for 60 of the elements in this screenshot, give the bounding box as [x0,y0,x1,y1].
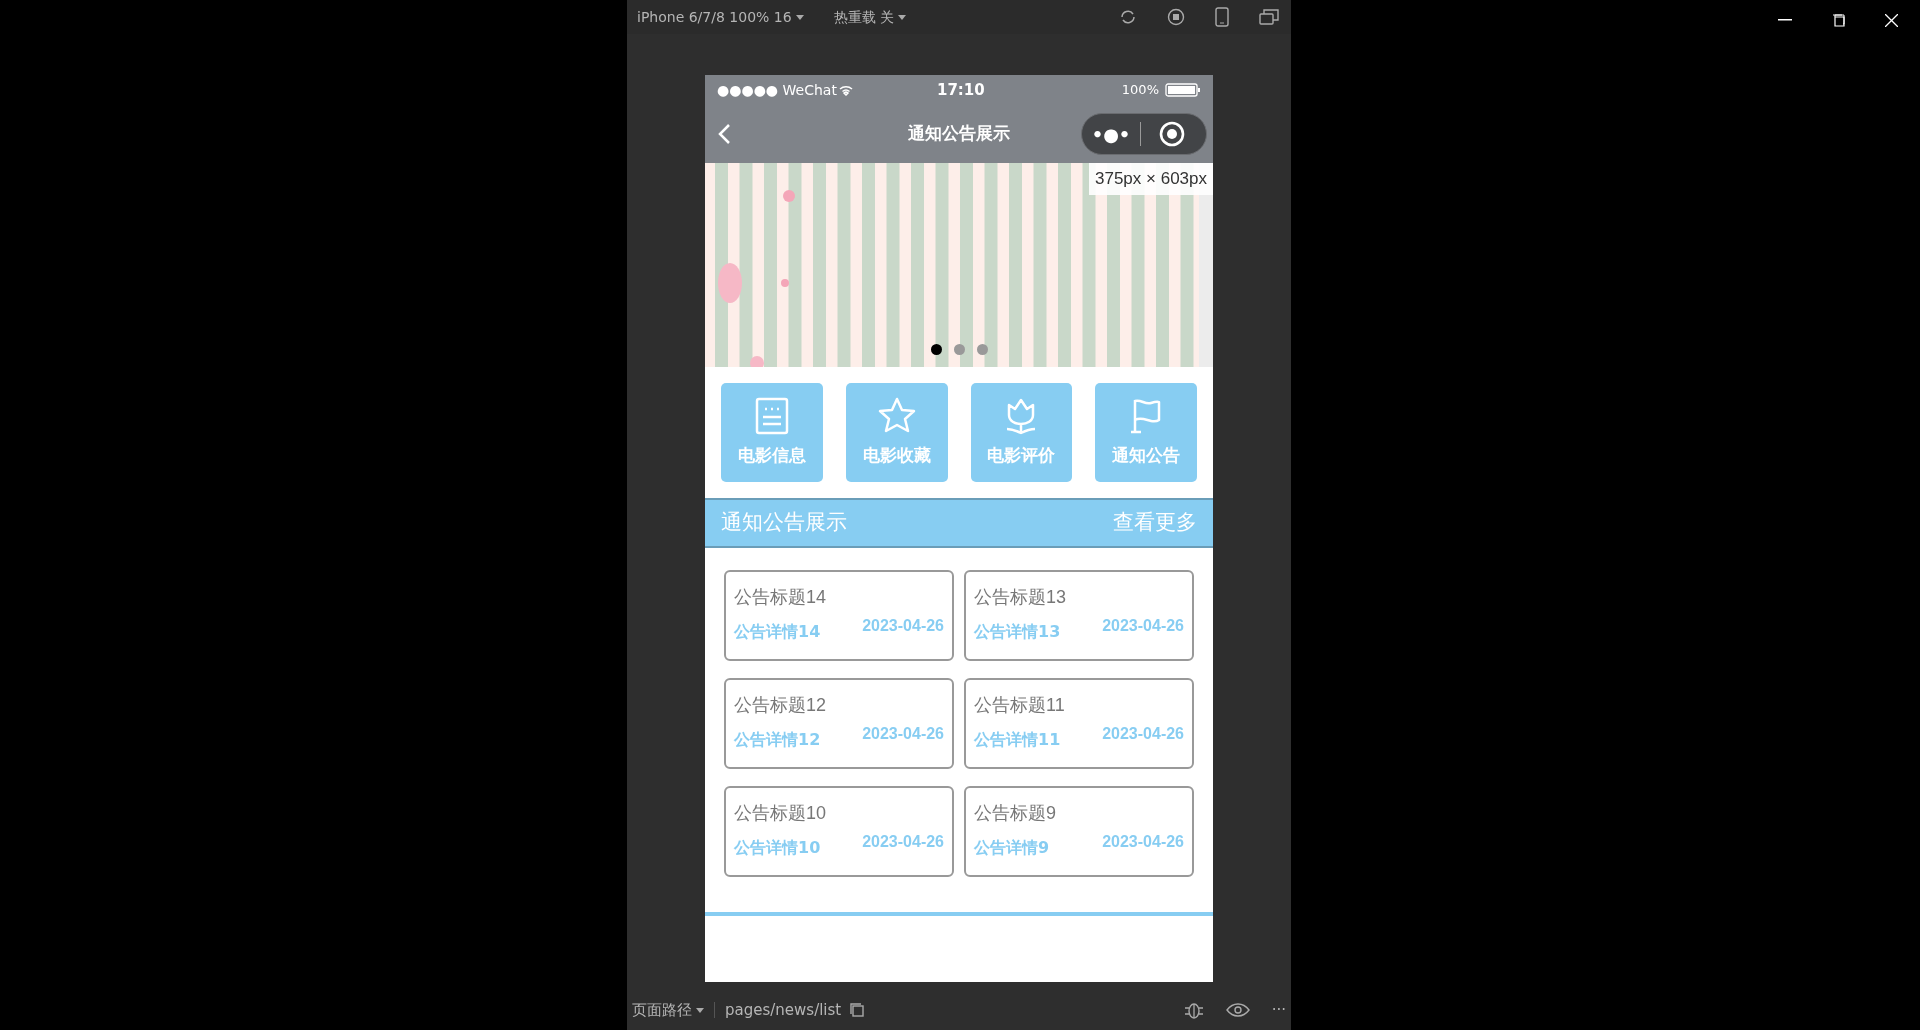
notice-card[interactable]: 公告标题11 公告详情11 2023-04-26 [964,678,1194,769]
notice-date: 2023-04-26 [862,832,944,852]
notice-title: 公告标题12 [734,694,828,716]
hot-reload-dropdown[interactable]: 热重载 关 [833,6,907,28]
page-path-text: pages/news/list [725,999,842,1021]
close-icon[interactable] [1885,13,1898,27]
capsule-menu[interactable]: •●• [1081,113,1207,155]
menu-label: 电影收藏 [862,443,931,467]
notice-card[interactable]: 公告标题13 公告详情13 2023-04-26 [964,570,1194,661]
notice-title: 公告标题14 [734,586,828,608]
back-icon[interactable] [717,123,731,145]
notice-title: 公告标题13 [974,586,1068,608]
windows-icon[interactable] [1259,8,1279,26]
caret-icon [795,14,804,20]
caret-icon [696,1007,704,1013]
minimize-icon[interactable] [1778,19,1792,21]
notice-card[interactable]: 公告标题10 公告详情10 2023-04-26 [724,786,954,877]
notice-date: 2023-04-26 [862,724,944,744]
notice-title: 公告标题9 [974,802,1057,824]
notice-date: 2023-04-26 [1102,724,1184,744]
eye-icon[interactable] [1225,1003,1250,1017]
size-tooltip: 375px × 603px [1089,163,1213,195]
notice-title: 公告标题11 [974,694,1066,716]
star-icon [876,396,917,435]
caret-icon [898,14,907,20]
notice-detail: 公告详情12 [734,729,821,751]
notice-title: 公告标题10 [734,802,828,824]
page-path-dropdown[interactable]: 页面路径 [632,998,704,1022]
copy-icon[interactable] [849,1002,866,1018]
document-icon [753,396,790,435]
notice-date: 2023-04-26 [1102,832,1184,852]
battery-icon [1165,83,1201,97]
menu-label: 通知公告 [1112,443,1181,467]
section-title: 通知公告展示 [721,509,847,537]
bug-icon[interactable] [1183,1000,1204,1020]
notice-date: 2023-04-26 [1102,616,1184,636]
notice-card[interactable]: 公告标题14 公告详情14 2023-04-26 [724,570,954,661]
device-dropdown[interactable]: iPhone 6/7/8 100% 16 [637,6,804,28]
wifi-icon [838,84,853,96]
battery-percent: 100% [1121,81,1159,100]
notice-detail: 公告详情13 [974,621,1061,643]
more-dots[interactable]: •●• [1082,120,1140,148]
notice-detail: 公告详情11 [974,729,1061,751]
notice-detail: 公告详情14 [734,621,821,643]
phone-icon[interactable] [1215,7,1229,27]
close-capsule-icon[interactable] [1159,121,1185,147]
nav-title: 通知公告展示 [908,122,1010,146]
menu-label: 电影评价 [987,443,1056,467]
refresh-icon[interactable] [1119,8,1137,26]
restore-icon[interactable] [1832,13,1845,27]
notice-card[interactable]: 公告标题9 公告详情9 2023-04-26 [964,786,1194,877]
notice-date: 2023-04-26 [862,616,944,636]
notice-detail: 公告详情9 [974,837,1050,859]
notice-detail: 公告详情10 [734,837,821,859]
more-button[interactable]: ··· [1271,998,1286,1022]
carrier-label: ●●●●● WeChat [717,80,837,100]
record-icon[interactable] [1167,8,1185,26]
menu-label: 电影信息 [737,443,806,467]
clock-text: 17:10 [937,79,985,101]
notice-card[interactable]: 公告标题12 公告详情12 2023-04-26 [724,678,954,769]
